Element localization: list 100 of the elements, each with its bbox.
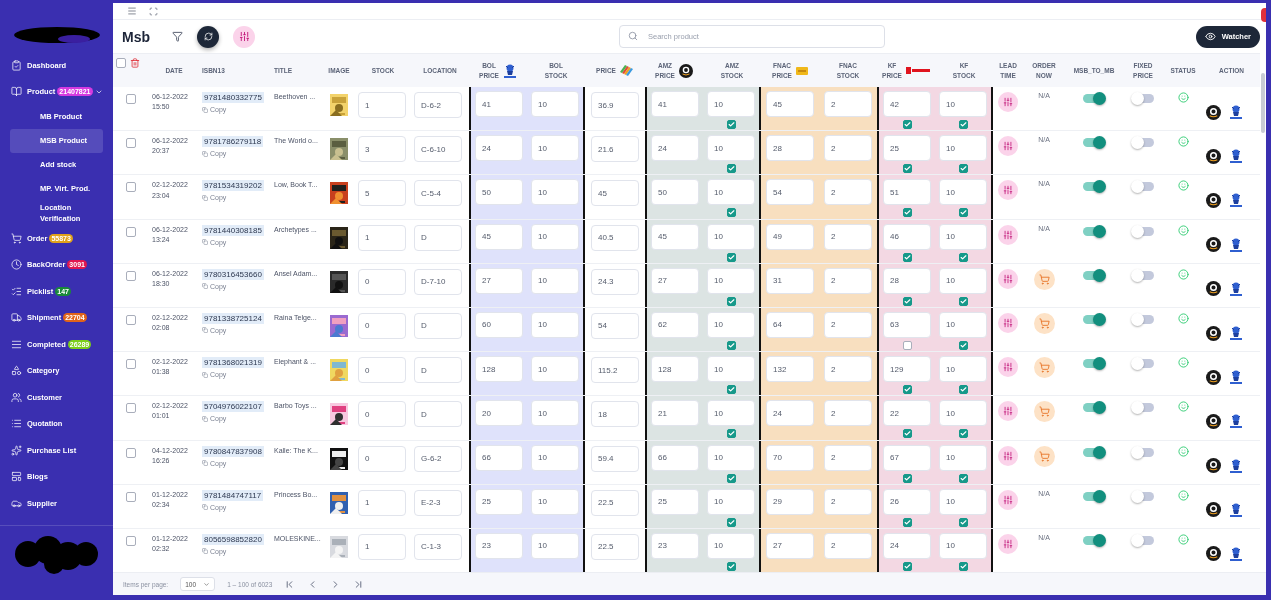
stock-field[interactable]: 10 — [707, 135, 755, 162]
stock-field[interactable]: 10 — [531, 356, 579, 383]
toggle-switch[interactable] — [1132, 447, 1154, 457]
stock-field[interactable]: 10 — [939, 532, 987, 559]
order-button[interactable] — [1033, 268, 1055, 290]
toggle-switch[interactable] — [1132, 270, 1154, 280]
stock-field[interactable]: 10 — [531, 223, 579, 250]
stock-field[interactable]: 0 — [358, 268, 406, 295]
checkbox[interactable] — [726, 385, 736, 395]
stock-field[interactable]: 10 — [531, 311, 579, 338]
toggle-switch[interactable] — [1083, 314, 1105, 324]
stock-field[interactable]: 10 — [707, 267, 755, 294]
price-field[interactable]: 25 — [651, 488, 699, 515]
stock-field[interactable]: 2 — [824, 179, 872, 206]
order-button[interactable] — [1033, 357, 1055, 379]
lead-time-button[interactable] — [998, 533, 1018, 554]
location-field[interactable]: D — [414, 357, 462, 384]
lead-time-button[interactable] — [998, 357, 1018, 378]
lead-time-button[interactable] — [998, 489, 1018, 510]
stock-field[interactable]: 2 — [824, 488, 872, 515]
stock-field[interactable]: 0 — [358, 357, 406, 384]
stock-field[interactable]: 1 — [358, 92, 406, 118]
checkbox[interactable] — [726, 473, 736, 483]
stock-field[interactable]: 2 — [824, 532, 872, 559]
stock-field[interactable]: 5 — [358, 180, 406, 207]
stock-field[interactable]: 2 — [824, 400, 872, 427]
lead-time-button[interactable] — [998, 445, 1018, 466]
row-checkbox[interactable] — [126, 447, 136, 458]
stock-field[interactable]: 0 — [358, 445, 406, 472]
price-field[interactable]: 23 — [475, 532, 523, 559]
stock-field[interactable]: 1 — [358, 533, 406, 560]
checkbox[interactable] — [958, 517, 968, 527]
checkbox[interactable] — [726, 296, 736, 306]
checkbox[interactable] — [902, 340, 912, 350]
filter-icon[interactable] — [172, 31, 183, 42]
checkbox[interactable] — [726, 164, 736, 174]
stock-field[interactable]: 10 — [707, 488, 755, 515]
price-field[interactable]: 40.5 — [591, 224, 639, 251]
checkbox[interactable] — [902, 252, 912, 262]
stock-field[interactable]: 2 — [824, 91, 872, 117]
toggle-switch[interactable] — [1083, 535, 1105, 545]
toggle-switch[interactable] — [1083, 491, 1105, 501]
toggle-switch[interactable] — [1083, 270, 1105, 280]
stock-field[interactable]: 10 — [531, 91, 579, 117]
price-field[interactable]: 36.9 — [591, 92, 639, 118]
price-field[interactable]: 27 — [766, 532, 814, 559]
price-field[interactable]: 29 — [766, 488, 814, 515]
toggle-switch[interactable] — [1132, 138, 1154, 148]
row-checkbox[interactable] — [126, 535, 136, 546]
price-field[interactable]: 27 — [475, 267, 523, 294]
expand-icon[interactable] — [149, 6, 158, 16]
stock-field[interactable]: 10 — [531, 179, 579, 206]
refresh-button[interactable] — [197, 25, 219, 48]
stock-field[interactable]: 10 — [707, 400, 755, 427]
price-field[interactable]: 24 — [651, 135, 699, 162]
price-field[interactable]: 25 — [883, 135, 931, 162]
checkbox[interactable] — [902, 296, 912, 306]
location-field[interactable]: C-1-3 — [414, 533, 462, 560]
checkbox[interactable] — [726, 340, 736, 350]
checkbox[interactable] — [726, 120, 736, 129]
stock-field[interactable]: 10 — [939, 135, 987, 162]
stock-field[interactable]: 10 — [939, 179, 987, 206]
price-field[interactable]: 20 — [475, 400, 523, 427]
lead-time-button[interactable] — [998, 136, 1018, 157]
toggle-switch[interactable] — [1132, 314, 1154, 324]
checkbox[interactable] — [902, 120, 912, 129]
price-field[interactable]: 51 — [883, 179, 931, 206]
price-field[interactable]: 24 — [766, 400, 814, 427]
toggle-switch[interactable] — [1132, 182, 1154, 192]
checkbox[interactable] — [902, 517, 912, 527]
price-field[interactable]: 115.2 — [591, 357, 639, 384]
scrollbar[interactable] — [1261, 73, 1265, 133]
stock-field[interactable]: 1 — [358, 489, 406, 516]
price-field[interactable]: 67 — [883, 444, 931, 471]
checkbox[interactable] — [902, 208, 912, 218]
price-field[interactable]: 50 — [651, 179, 699, 206]
row-checkbox[interactable] — [126, 359, 136, 370]
checkbox[interactable] — [902, 164, 912, 174]
stock-field[interactable]: 10 — [531, 532, 579, 559]
price-field[interactable]: 24.3 — [591, 268, 639, 295]
stock-field[interactable]: 10 — [531, 267, 579, 294]
order-button[interactable] — [1033, 445, 1055, 467]
price-field[interactable]: 54 — [766, 179, 814, 206]
stock-field[interactable]: 10 — [939, 267, 987, 294]
price-field[interactable]: 54 — [591, 312, 639, 339]
lead-time-button[interactable] — [998, 180, 1018, 201]
price-field[interactable]: 18 — [591, 401, 639, 428]
lead-time-button[interactable] — [998, 268, 1018, 289]
price-field[interactable]: 41 — [651, 91, 699, 117]
price-field[interactable]: 31 — [766, 267, 814, 294]
checkbox[interactable] — [726, 252, 736, 262]
toggle-switch[interactable] — [1132, 226, 1154, 236]
toggle-switch[interactable] — [1083, 138, 1105, 148]
checkbox[interactable] — [902, 385, 912, 395]
price-field[interactable]: 64 — [766, 311, 814, 338]
stock-field[interactable]: 10 — [531, 135, 579, 162]
price-field[interactable]: 42 — [883, 91, 931, 117]
checkbox[interactable] — [958, 340, 968, 350]
lead-time-button[interactable] — [998, 92, 1018, 112]
lead-time-button[interactable] — [998, 224, 1018, 245]
